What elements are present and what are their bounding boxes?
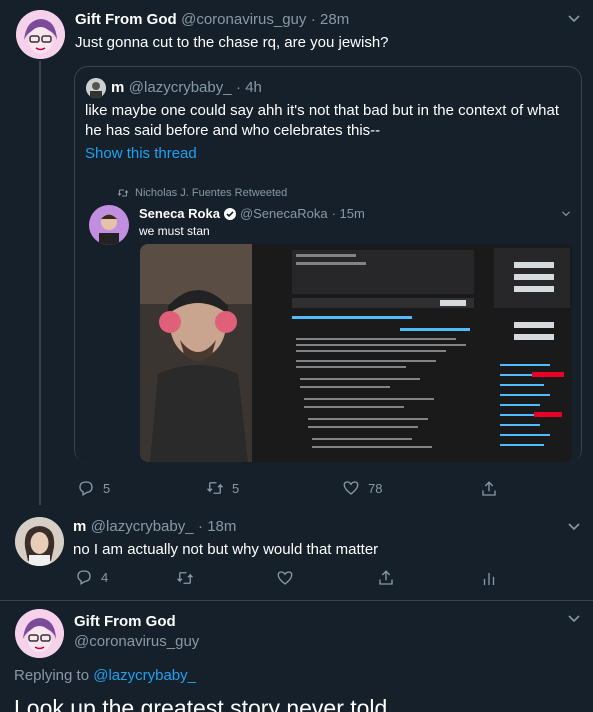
- retweet-icon: [207, 482, 223, 494]
- replying-label: Replying to: [14, 667, 90, 684]
- timestamp: · 15m: [331, 206, 365, 221]
- thread-line: [39, 61, 41, 505]
- avatar: [89, 205, 129, 245]
- retweet-icon[interactable]: [176, 569, 194, 587]
- retweet-label: Nicholas J. Fuentes Retweeted: [135, 187, 288, 199]
- reply-count: 5: [103, 480, 111, 496]
- reply-button[interactable]: 4: [75, 568, 108, 586]
- handle: @lazycrybaby_: [128, 79, 232, 96]
- timestamp: · 4h: [236, 79, 262, 96]
- embedded-image[interactable]: Nicholas J. Fuentes Retweeted Seneca Rok…: [75, 175, 581, 463]
- reply-icon: [79, 481, 93, 496]
- display-name: Seneca Roka: [139, 206, 220, 221]
- retweet-icon: [117, 189, 129, 197]
- like-button[interactable]: 78: [342, 479, 382, 497]
- share-icon[interactable]: [377, 569, 395, 587]
- display-name[interactable]: Gift From God: [74, 613, 176, 630]
- stream-image: [140, 244, 572, 462]
- handle: @SenecaRoka: [239, 206, 328, 221]
- reply-count: 4: [101, 569, 109, 585]
- handle[interactable]: @lazycrybaby_: [91, 518, 194, 535]
- avatar[interactable]: [15, 609, 64, 658]
- timestamp[interactable]: · 28m: [311, 11, 349, 28]
- show-thread-link[interactable]: Show this thread: [85, 145, 197, 162]
- display-name[interactable]: Gift From God: [75, 11, 177, 28]
- chevron-down-icon: [562, 211, 570, 217]
- quoted-tweet[interactable]: m @lazycrybaby_ · 4h like maybe one coul…: [74, 66, 582, 463]
- analytics-icon[interactable]: [480, 570, 498, 588]
- divider: [0, 600, 593, 601]
- avatar[interactable]: [15, 517, 64, 566]
- inner-tweet-text: we must stan: [139, 224, 210, 238]
- handle[interactable]: @coronavirus_guy: [74, 633, 199, 650]
- verified-icon: [223, 207, 236, 220]
- avatar: [86, 78, 106, 98]
- chevron-down-icon[interactable]: [567, 520, 581, 534]
- avatar[interactable]: [16, 10, 65, 59]
- reply-icon: [77, 570, 91, 585]
- heart-icon: [343, 481, 359, 495]
- reply-button[interactable]: 5: [77, 479, 110, 497]
- handle[interactable]: @coronavirus_guy: [181, 11, 306, 28]
- replying-to-link[interactable]: @lazycrybaby_: [93, 667, 196, 684]
- tweet-text: no I am actually not but why would that …: [73, 541, 379, 558]
- chevron-down-icon[interactable]: [567, 12, 581, 26]
- retweet-button[interactable]: 5: [206, 479, 239, 497]
- tweet-text: Just gonna cut to the chase rq, are you …: [75, 34, 389, 51]
- chevron-down-icon[interactable]: [567, 612, 581, 626]
- retweet-count: 5: [232, 480, 240, 496]
- share-icon[interactable]: [480, 480, 498, 498]
- display-name[interactable]: m: [73, 518, 86, 535]
- timestamp[interactable]: · 18m: [198, 518, 236, 535]
- like-count: 78: [368, 480, 383, 496]
- tweet-text: Look up the greatest story never told: [14, 695, 388, 712]
- quoted-text: like maybe one could say ahh it's not th…: [85, 102, 559, 139]
- display-name: m: [111, 79, 125, 96]
- heart-icon[interactable]: [276, 569, 294, 587]
